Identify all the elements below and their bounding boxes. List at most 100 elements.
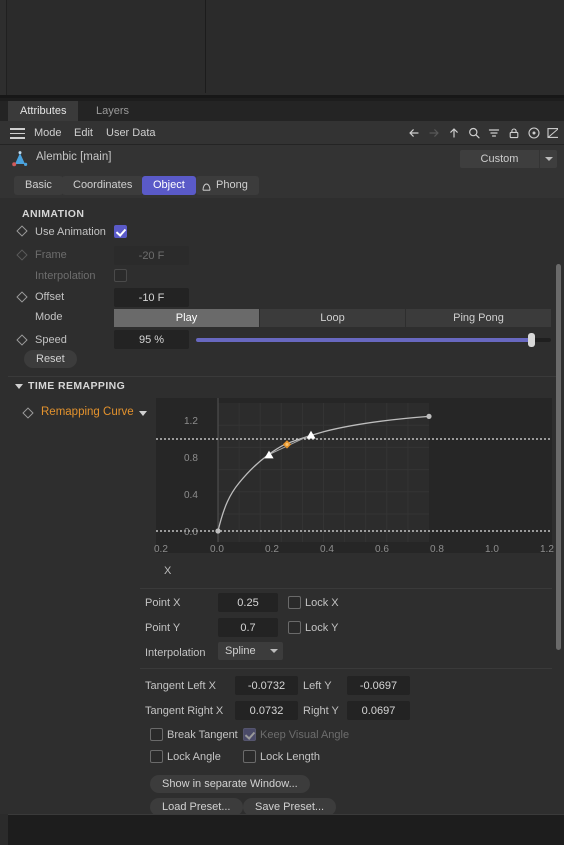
vertical-scrollbar[interactable] xyxy=(556,264,561,650)
tab-attributes[interactable]: Attributes xyxy=(8,101,79,121)
filter-icon[interactable] xyxy=(487,126,501,140)
lock-icon[interactable] xyxy=(507,126,521,140)
keyframe-diamond-icon[interactable] xyxy=(16,291,28,303)
field-point-x[interactable]: 0.25 xyxy=(218,593,278,612)
label-lock-length: Lock Length xyxy=(260,751,320,763)
y-tick-0-0: 0.0 xyxy=(184,527,198,538)
tab-object[interactable]: Object xyxy=(142,176,196,195)
arrow-right-icon[interactable] xyxy=(427,126,441,140)
checkbox-lock-x[interactable] xyxy=(288,596,301,609)
object-title: Alembic [main] xyxy=(36,151,112,163)
bottom-strip-line xyxy=(0,814,564,815)
arrow-up-icon[interactable] xyxy=(447,126,461,140)
keyframe-diamond-icon[interactable] xyxy=(16,334,28,346)
field-right-y[interactable]: 0.0697 xyxy=(347,701,410,720)
field-frame[interactable]: -20 F xyxy=(114,246,189,265)
label-remapping-curve: Remapping Curve xyxy=(41,406,134,418)
interp-divider xyxy=(140,668,552,669)
checkbox-interpolation-anim[interactable] xyxy=(114,269,127,282)
label-mode: Mode xyxy=(35,311,63,323)
label-point-x: Point X xyxy=(145,597,181,609)
menu-item-edit[interactable]: Edit xyxy=(74,121,93,145)
bottom-strip-edge xyxy=(0,814,8,845)
segment-ping-pong[interactable]: Ping Pong xyxy=(406,309,551,327)
label-speed: Speed xyxy=(35,334,67,346)
checkbox-lock-length[interactable] xyxy=(243,750,256,763)
y-tick-0-8: 0.8 xyxy=(184,453,198,464)
graph-divider xyxy=(140,588,552,589)
reset-button[interactable]: Reset xyxy=(24,350,77,368)
x-tick-1-0: 1.0 xyxy=(485,544,499,555)
label-keep-visual-angle: Keep Visual Angle xyxy=(260,729,350,741)
x-tick-1-2: 1.2 xyxy=(540,544,554,555)
hamburger-icon[interactable] xyxy=(10,128,25,139)
label-tangent-left-x: Tangent Left X xyxy=(145,680,216,692)
label-interpolation: Interpolation xyxy=(145,647,206,659)
target-icon[interactable] xyxy=(527,126,541,140)
segment-play[interactable]: Play xyxy=(114,309,259,327)
y-tick-0-4: 0.4 xyxy=(184,490,198,501)
preset-dropdown[interactable]: Custom xyxy=(460,150,557,168)
menu-item-user-data[interactable]: User Data xyxy=(106,121,156,145)
alembic-object-icon xyxy=(10,149,30,169)
search-icon[interactable] xyxy=(467,126,481,140)
label-tangent-right-x: Tangent Right X xyxy=(145,705,224,717)
panel-tabbar: Attributes Layers xyxy=(0,101,564,121)
chevron-down-icon[interactable] xyxy=(139,411,147,416)
label-use-animation: Use Animation xyxy=(35,226,106,238)
x-tick-0-4: 0.4 xyxy=(320,544,334,555)
menu-item-mode[interactable]: Mode xyxy=(34,121,62,145)
cinema4d-attributes-window: Attributes Layers Mode Edit User Data Al… xyxy=(0,0,564,845)
x-tick-0-0: 0.0 xyxy=(210,544,224,555)
tab-layers[interactable]: Layers xyxy=(84,101,141,121)
object-subtabs: Basic Coordinates Object Phong xyxy=(0,173,564,198)
speed-slider-knob[interactable] xyxy=(528,333,535,347)
dropdown-interpolation[interactable]: Spline xyxy=(218,642,283,660)
field-offset[interactable]: -10 F xyxy=(114,288,189,307)
field-tangent-right-x[interactable]: 0.0732 xyxy=(235,701,298,720)
chevron-down-icon[interactable] xyxy=(15,384,23,389)
label-offset: Offset xyxy=(35,291,65,303)
keyframe-diamond-icon[interactable] xyxy=(22,407,34,419)
label-lock-y: Lock Y xyxy=(305,622,339,634)
section-time-remapping-title: TIME REMAPPING xyxy=(28,380,126,392)
bottom-strip xyxy=(0,814,564,845)
attributes-menubar: Mode Edit User Data xyxy=(0,121,564,145)
field-point-y[interactable]: 0.7 xyxy=(218,618,278,637)
arrow-left-icon[interactable] xyxy=(407,126,421,140)
x-tick-0-6: 0.6 xyxy=(375,544,389,555)
y-tick-1-2: 1.2 xyxy=(184,416,198,427)
object-header: Alembic [main] Custom xyxy=(0,145,564,173)
viewport-panel xyxy=(0,0,564,98)
preset-dropdown-value: Custom xyxy=(480,153,519,165)
label-lock-x: Lock X xyxy=(305,597,339,609)
checkbox-use-animation[interactable] xyxy=(114,225,127,238)
checkbox-break-tangent[interactable] xyxy=(150,728,163,741)
label-interpolation-anim: Interpolation xyxy=(35,270,96,282)
keyframe-diamond-icon[interactable] xyxy=(16,249,28,261)
checkbox-keep-visual-angle[interactable] xyxy=(243,728,256,741)
tab-coordinates[interactable]: Coordinates xyxy=(62,176,144,195)
field-tangent-left-x[interactable]: -0.0732 xyxy=(235,676,298,695)
field-speed[interactable]: 95 % xyxy=(114,330,189,349)
keyframe-diamond-icon[interactable] xyxy=(16,225,28,237)
viewport-bottom-line xyxy=(0,95,564,98)
phong-icon xyxy=(202,182,211,191)
open-window-icon[interactable] xyxy=(547,126,558,140)
checkbox-lock-angle[interactable] xyxy=(150,750,163,763)
field-left-y[interactable]: -0.0697 xyxy=(347,676,410,695)
chevron-down-icon[interactable] xyxy=(265,642,283,660)
x-tick-0-8: 0.8 xyxy=(430,544,444,555)
viewport-left-edge xyxy=(0,0,7,98)
chevron-down-icon[interactable] xyxy=(539,150,557,168)
speed-slider-fill xyxy=(196,338,533,342)
checkbox-lock-y[interactable] xyxy=(288,621,301,634)
segment-loop[interactable]: Loop xyxy=(260,309,405,327)
tab-basic[interactable]: Basic xyxy=(14,176,63,195)
show-in-separate-window-button[interactable]: Show in separate Window... xyxy=(150,775,310,793)
remapping-curve-graph[interactable] xyxy=(156,398,552,553)
label-right-y: Right Y xyxy=(303,705,339,717)
label-break-tangent: Break Tangent xyxy=(167,729,238,741)
x-axis-label: X xyxy=(164,565,172,577)
label-point-y: Point Y xyxy=(145,622,181,634)
